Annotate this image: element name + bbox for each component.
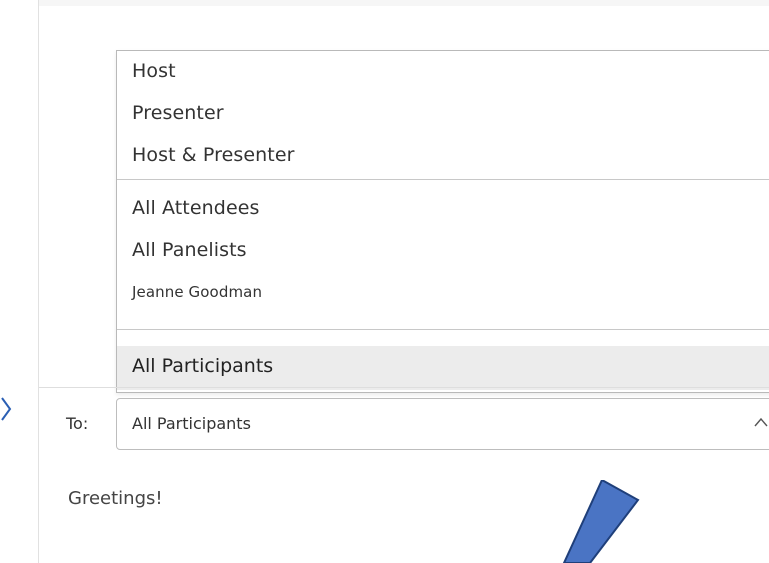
chat-window: Host Presenter Host & Presenter All Atte… — [0, 0, 769, 563]
dropdown-option-host[interactable]: Host — [132, 60, 769, 102]
compose-separator — [39, 387, 769, 388]
panel-top-strip — [39, 0, 769, 6]
pointer-arrow-icon — [562, 480, 640, 563]
message-text: Greetings! — [68, 488, 163, 509]
recipient-select[interactable]: All Participants — [116, 398, 769, 450]
left-gutter — [0, 0, 38, 563]
recipient-group-roles: Host Presenter Host & Presenter — [117, 51, 769, 179]
recipient-dropdown-list: Host Presenter Host & Presenter All Atte… — [116, 50, 769, 393]
recipient-select-value: All Participants — [132, 414, 251, 433]
chevron-up-icon[interactable] — [753, 416, 769, 428]
to-label: To: — [66, 414, 89, 433]
dropdown-option-all-panelists[interactable]: All Panelists — [132, 239, 769, 281]
dropdown-option-all-participants[interactable]: All Participants — [117, 346, 769, 390]
recipient-group-people: All Attendees All Panelists Jeanne Goodm… — [117, 180, 769, 329]
dropdown-option-jeanne-goodman[interactable]: Jeanne Goodman — [132, 281, 769, 321]
dropdown-option-all-attendees[interactable]: All Attendees — [132, 197, 769, 239]
dropdown-divider — [117, 329, 769, 330]
annotation-arrow-tip-icon — [1, 397, 12, 421]
dropdown-option-presenter[interactable]: Presenter — [132, 102, 769, 144]
